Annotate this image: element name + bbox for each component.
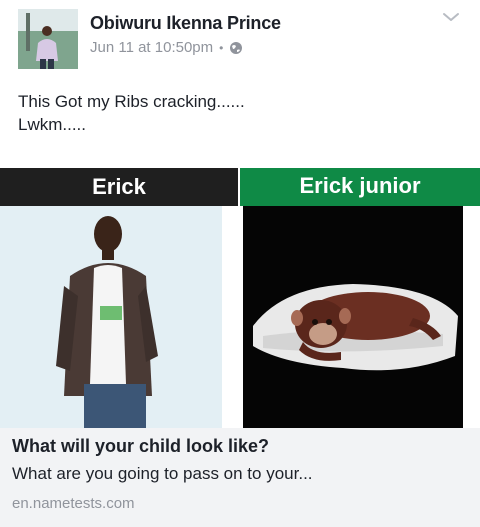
left-panel-label: Erick (0, 168, 238, 206)
link-title[interactable]: What will your child look like? (12, 436, 269, 457)
preview-image[interactable]: Erick Erick junior (0, 166, 480, 428)
post-text: This Got my Ribs cracking...... Lwkm....… (18, 90, 458, 136)
right-panel-label: Erick junior (240, 168, 480, 206)
meta-separator: • (219, 40, 224, 55)
globe-icon[interactable] (229, 41, 243, 55)
post-timestamp[interactable]: Jun 11 at 10:50pm (90, 39, 213, 56)
left-panel: Erick (0, 166, 238, 428)
man-photo (0, 206, 222, 428)
avatar-photo (18, 9, 78, 69)
chimp-photo (243, 206, 463, 428)
link-description: What are you going to pass on to your... (12, 464, 313, 483)
avatar[interactable] (18, 9, 78, 69)
chevron-down-icon[interactable] (440, 8, 462, 26)
author-name[interactable]: Obiwuru Ikenna Prince (90, 13, 281, 34)
post-meta: Jun 11 at 10:50pm • (90, 39, 243, 56)
link-preview[interactable]: Erick Erick junior What will your child … (0, 166, 480, 527)
post-text-line-2: Lwkm..... (18, 115, 87, 134)
right-panel: Erick junior (240, 166, 480, 428)
link-info[interactable]: What will your child look like? What are… (0, 428, 480, 527)
link-domain: en.nametests.com (12, 495, 135, 512)
post-header: Obiwuru Ikenna Prince Jun 11 at 10:50pm … (0, 0, 480, 72)
post-text-line-1: This Got my Ribs cracking...... (18, 92, 245, 111)
